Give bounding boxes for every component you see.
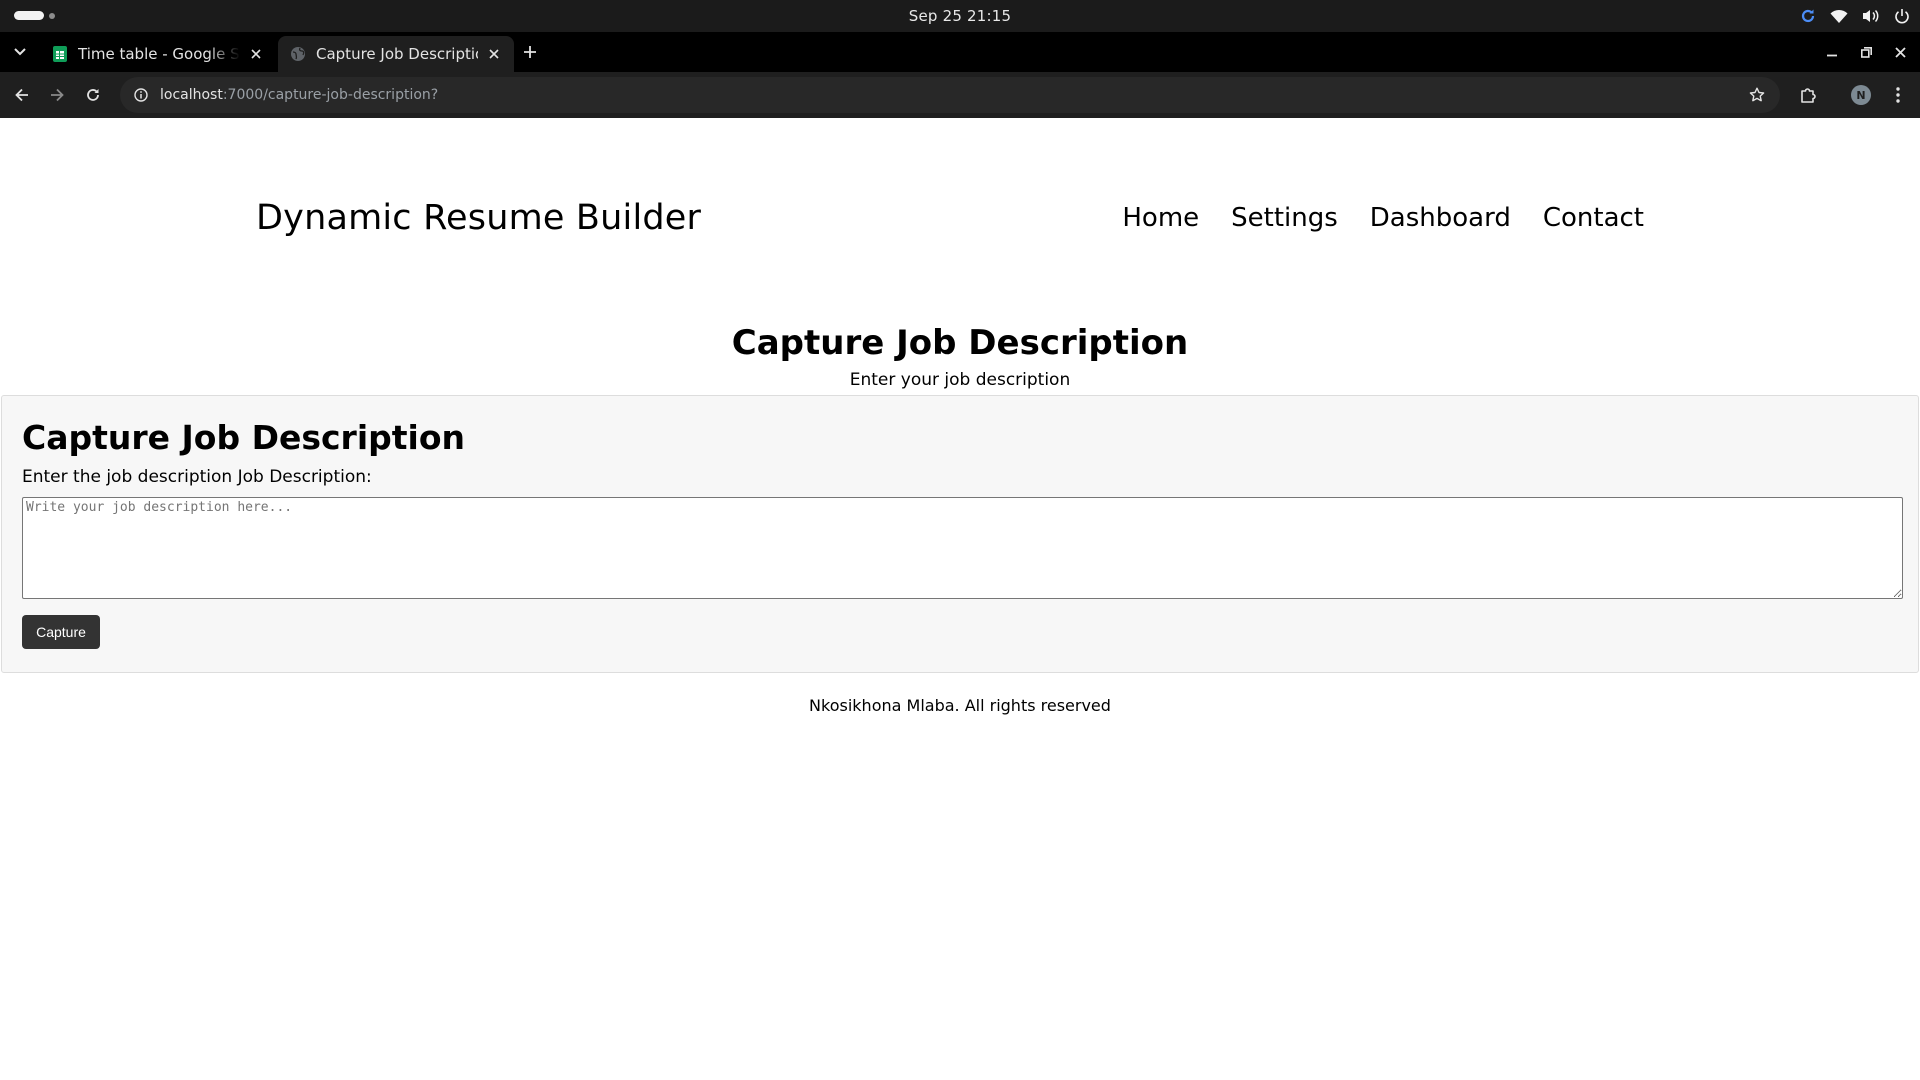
workspace-dot [49, 12, 55, 19]
restore-button[interactable] [1854, 40, 1878, 64]
chevron-down-icon [14, 48, 26, 56]
form-title: Capture Job Description [22, 418, 466, 457]
nav-link-contact[interactable]: Contact [1543, 203, 1644, 233]
tab-label: Time table - Google Sheets [78, 45, 240, 63]
close-icon [1894, 46, 1906, 58]
plus-icon [524, 46, 536, 58]
page-subtitle: Enter your job description [849, 370, 1071, 390]
forward-button[interactable] [44, 82, 70, 108]
window-controls [1820, 40, 1912, 64]
wifi-icon[interactable] [1830, 8, 1848, 24]
browser-tab-strip: Time table - Google Sheets Capture Job D… [0, 32, 1920, 72]
new-tab-button[interactable] [518, 40, 542, 64]
nav-link-home[interactable]: Home [1122, 203, 1199, 233]
power-icon[interactable] [1894, 8, 1910, 24]
minimize-button[interactable] [1820, 40, 1844, 64]
capture-button[interactable]: Capture [22, 615, 100, 649]
browser-toolbar: localhost:7000/capture-job-description? … [0, 72, 1920, 118]
extensions-button[interactable] [1795, 82, 1821, 108]
web-page: Dynamic Resume Builder Home Settings Das… [0, 118, 1920, 1080]
url-text[interactable]: localhost:7000/capture-job-description? [160, 87, 438, 103]
close-window-button[interactable] [1888, 40, 1912, 64]
close-icon[interactable] [484, 44, 504, 64]
url-host: localhost [160, 87, 223, 103]
nav-link-dashboard[interactable]: Dashboard [1370, 203, 1511, 233]
page-title: Capture Job Description [731, 323, 1189, 363]
profile-button[interactable]: N [1848, 82, 1874, 108]
job-description-textarea[interactable] [22, 497, 1903, 599]
activities-indicator[interactable] [14, 11, 55, 20]
tab-label: Capture Job Description [316, 45, 478, 63]
reload-icon [87, 89, 99, 101]
restore-icon [1860, 46, 1872, 58]
bookmark-star-icon[interactable] [1746, 84, 1768, 106]
more-vert-icon [1896, 87, 1900, 103]
globe-icon [291, 47, 305, 61]
job-description-label: Enter the job description Job Descriptio… [22, 467, 372, 487]
workspace-active-pill [14, 11, 44, 20]
browser-menu-button[interactable] [1885, 82, 1911, 108]
tab-time-table[interactable]: Time table - Google Sheets [40, 36, 276, 72]
close-icon[interactable] [246, 44, 266, 64]
os-top-bar: Sep 25 21:15 [0, 0, 1920, 32]
capture-form-card: Capture Job Description Enter the job de… [1, 395, 1919, 673]
tab-capture-job-description[interactable]: Capture Job Description [278, 36, 514, 72]
back-button[interactable] [9, 82, 35, 108]
tab-search-button[interactable] [8, 40, 32, 64]
volume-icon[interactable] [1862, 8, 1880, 24]
site-footer: Nkosikhona Mlaba. All rights reserved [809, 696, 1111, 715]
os-clock[interactable]: Sep 25 21:15 [909, 7, 1012, 25]
system-tray[interactable] [1800, 0, 1910, 32]
sync-icon[interactable] [1800, 8, 1816, 24]
site-nav: Home Settings Dashboard Contact [1122, 203, 1644, 233]
url-path: :7000/capture-job-description? [222, 87, 439, 103]
site-brand[interactable]: Dynamic Resume Builder [256, 198, 701, 238]
arrow-left-icon [15, 88, 28, 102]
address-bar[interactable]: localhost:7000/capture-job-description? [120, 77, 1780, 113]
arrow-right-icon [51, 88, 64, 102]
reload-button[interactable] [80, 82, 106, 108]
sheets-icon [53, 46, 67, 62]
avatar: N [1851, 85, 1871, 105]
site-info-icon[interactable] [130, 84, 152, 106]
site-header: Dynamic Resume Builder Home Settings Das… [0, 118, 1920, 323]
puzzle-icon [1801, 88, 1816, 103]
minimize-icon [1827, 54, 1837, 57]
nav-link-settings[interactable]: Settings [1231, 203, 1338, 233]
